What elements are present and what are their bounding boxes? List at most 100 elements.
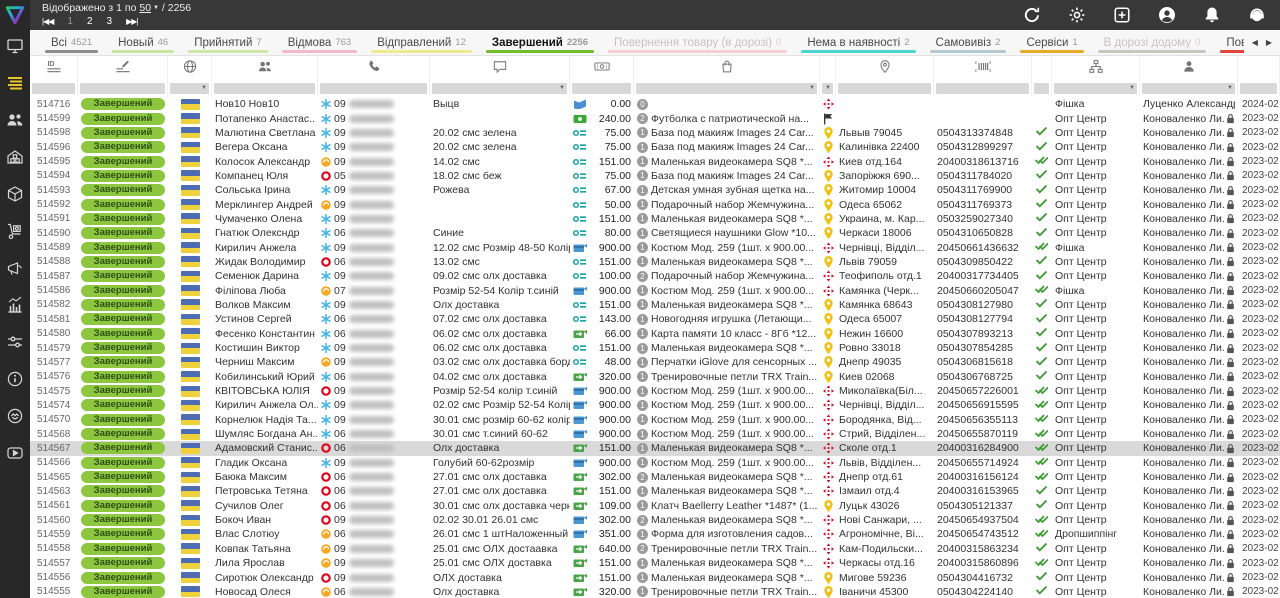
status-tab[interactable]: Відправлений12 <box>364 30 479 55</box>
tabs-scroll-right-icon[interactable]: ▶ <box>1266 38 1272 47</box>
first-page-button[interactable]: |◀◀ <box>42 16 53 28</box>
table-row[interactable]: 514558ЗавершенийКовпак Татьяна0925.01 см… <box>30 542 1280 556</box>
sidebar-item-warehouse[interactable] <box>0 141 30 178</box>
table-row[interactable]: 514556ЗавершенийСиротюк Олександр09ОЛХ д… <box>30 570 1280 584</box>
filter-source-input[interactable] <box>1054 83 1137 94</box>
filter-comment-input[interactable] <box>432 83 567 94</box>
filter-tracking-input[interactable] <box>936 83 1029 94</box>
column-header-status[interactable] <box>78 56 168 82</box>
status-tab[interactable]: Відмова763 <box>275 30 364 55</box>
filter-status-input[interactable] <box>80 83 165 94</box>
filter-dsvc-input[interactable] <box>822 83 833 94</box>
column-header-dsvc[interactable] <box>820 56 836 82</box>
tabs-scroll-left-icon[interactable]: ◀ <box>1252 38 1258 47</box>
table-row[interactable]: 514579ЗавершенийКостишин Виктор0906.02 с… <box>30 341 1280 355</box>
table-row[interactable]: 514716ЗавершенийНов10 Нов1009Выцв0.000Фі… <box>30 97 1280 111</box>
lp-crm-logo[interactable] <box>0 0 30 30</box>
sidebar-item-info[interactable] <box>0 363 30 400</box>
table-row[interactable]: 514593ЗавершенийСольська Ірина09Рожева67… <box>30 183 1280 197</box>
table-row[interactable]: 514589ЗавершенийКирилич Анжела0912.02 см… <box>30 240 1280 254</box>
filter-date-input[interactable] <box>1240 83 1277 94</box>
column-header-name[interactable] <box>212 56 318 82</box>
sidebar-item-shipping[interactable] <box>0 215 30 252</box>
table-row[interactable]: 514580ЗавершенийФесенко Константин0606.0… <box>30 327 1280 341</box>
table-row[interactable]: 514560ЗавершенийБокоч Иван0902.02 30.01 … <box>30 513 1280 527</box>
table-row[interactable]: 514576ЗавершенийКобилинський Юрий0604.02… <box>30 370 1280 384</box>
filter-product-input[interactable] <box>636 83 817 94</box>
table-row[interactable]: 514557ЗавершенийЛила Ярослав0925.01 смс … <box>30 556 1280 570</box>
column-header-comment[interactable] <box>430 56 570 82</box>
filter-flag-input[interactable] <box>170 83 209 94</box>
status-tab[interactable]: Сервіси1 <box>1013 30 1090 55</box>
sidebar-item-marketing[interactable] <box>0 252 30 289</box>
table-row[interactable]: 514555ЗавершенийНовосад Олеся06Олх доста… <box>30 585 1280 598</box>
table-row[interactable]: 514563ЗавершенийПетровська Тетяна0627.01… <box>30 484 1280 498</box>
table-row[interactable]: 514568ЗавершенийШумляс Богдана Ан...0630… <box>30 427 1280 441</box>
table-row[interactable]: 514570ЗавершенийКорнелюк Надія Та...0930… <box>30 413 1280 427</box>
last-page-button[interactable]: ▶▶| <box>126 16 137 28</box>
table-row[interactable]: 514577ЗавершенийЧерниш Максим0903.02 смс… <box>30 355 1280 369</box>
sidebar-item-products[interactable] <box>0 178 30 215</box>
filter-name-input[interactable] <box>214 83 315 94</box>
filter-phone-input[interactable] <box>320 83 427 94</box>
column-header-flag[interactable] <box>168 56 212 82</box>
column-header-location[interactable] <box>836 56 934 82</box>
column-header-tracking[interactable] <box>934 56 1032 82</box>
table-row[interactable]: 514587ЗавершенийСеменюк Дарина0909.02 см… <box>30 269 1280 283</box>
column-header-price[interactable] <box>570 56 634 82</box>
notifications-bell-icon[interactable] <box>1203 6 1221 24</box>
table-row[interactable]: 514567ЗавершенийАдамовский Станис...06Ол… <box>30 441 1280 455</box>
status-tab[interactable]: Завершений2256 <box>479 30 601 55</box>
status-tab[interactable]: Повернення товару (в дорозі)0 <box>601 30 794 55</box>
settings-gear-icon[interactable] <box>1068 6 1086 24</box>
table-row[interactable]: 514582ЗавершенийВолков Максим09Олх доста… <box>30 298 1280 312</box>
column-header-phone[interactable] <box>318 56 430 82</box>
status-tab[interactable]: Нема в наявності2 <box>794 30 922 55</box>
table-row[interactable]: 514591ЗавершенийЧумаченко Олена09151.001… <box>30 212 1280 226</box>
per-page-select[interactable]: 50 <box>139 2 151 14</box>
filter-location-input[interactable] <box>838 83 931 94</box>
sidebar-item-video-lessons[interactable] <box>0 437 30 474</box>
table-row[interactable]: 514594ЗавершенийКомпанец Юля0518.02 смс … <box>30 169 1280 183</box>
add-order-icon[interactable] <box>1113 6 1131 24</box>
page-button-2[interactable]: 2 <box>87 16 93 28</box>
status-tab[interactable]: Новый46 <box>105 30 181 55</box>
filter-price-input[interactable] <box>572 83 631 94</box>
table-row[interactable]: 514599ЗавершенийПотапенко Анастас..09240… <box>30 111 1280 125</box>
table-row[interactable]: 514559ЗавершенийВлас Слотюу0626.01 смс 1… <box>30 527 1280 541</box>
column-header-source[interactable] <box>1052 56 1140 82</box>
sidebar-item-automation[interactable] <box>0 326 30 363</box>
sidebar-item-dashboard[interactable] <box>0 30 30 67</box>
table-row[interactable]: 514596ЗавершенийВегера Оксана0920.02 смс… <box>30 140 1280 154</box>
sidebar-item-statistics[interactable] <box>0 289 30 326</box>
table-row[interactable]: 514566ЗавершенийГладик Оксана09Голубий 6… <box>30 456 1280 470</box>
support-headset-icon[interactable] <box>1248 6 1266 24</box>
table-row[interactable]: 514592ЗавершенийМерклингер Андрей0950.00… <box>30 197 1280 211</box>
status-tab[interactable]: Прийнятий7 <box>181 30 275 55</box>
table-row[interactable]: 514581ЗавершенийУстинов Сергей0607.02 см… <box>30 312 1280 326</box>
column-header-check[interactable] <box>1032 56 1052 82</box>
page-button-1[interactable]: 1 <box>67 16 73 28</box>
sidebar-item-partners[interactable] <box>0 400 30 437</box>
column-header-manager[interactable] <box>1140 56 1238 82</box>
page-button-3[interactable]: 3 <box>107 16 113 28</box>
table-row[interactable]: 514565ЗавершенийБаюка Максим0627.01 смс … <box>30 470 1280 484</box>
status-tab[interactable]: Всі4521 <box>38 30 105 55</box>
table-row[interactable]: 514561ЗавершенийСучилов Олег0630.01 смс … <box>30 499 1280 513</box>
filter-check-input[interactable] <box>1034 83 1049 94</box>
table-row[interactable]: 514574ЗавершенийКирилич Анжела Ол...0902… <box>30 398 1280 412</box>
column-header-date[interactable] <box>1238 56 1280 82</box>
refresh-icon[interactable] <box>1023 6 1041 24</box>
table-row[interactable]: 514586ЗавершенийФіліпова Люба07Розмір 52… <box>30 283 1280 297</box>
column-header-product[interactable] <box>634 56 820 82</box>
table-row[interactable]: 514595ЗавершенийКолосок Александр0914.02… <box>30 154 1280 168</box>
table-row[interactable]: 514575ЗавершенийКВІТОВСЬКА ЮЛІЯ09Розмір … <box>30 384 1280 398</box>
sidebar-item-customers[interactable] <box>0 104 30 141</box>
table-row[interactable]: 514590ЗавершенийГнатюк Олексндр06Синие80… <box>30 226 1280 240</box>
table-row[interactable]: 514598ЗавершенийМалютина Светлана0920.02… <box>30 126 1280 140</box>
table-row[interactable]: 514588ЗавершенийЖидак Володимир0613.02 с… <box>30 255 1280 269</box>
status-tab[interactable]: В дорозі додому0 <box>1091 30 1214 55</box>
status-tab[interactable]: Самовивіз2 <box>923 30 1014 55</box>
column-header-id[interactable]: ID <box>30 56 78 82</box>
profile-icon[interactable] <box>1158 6 1176 24</box>
